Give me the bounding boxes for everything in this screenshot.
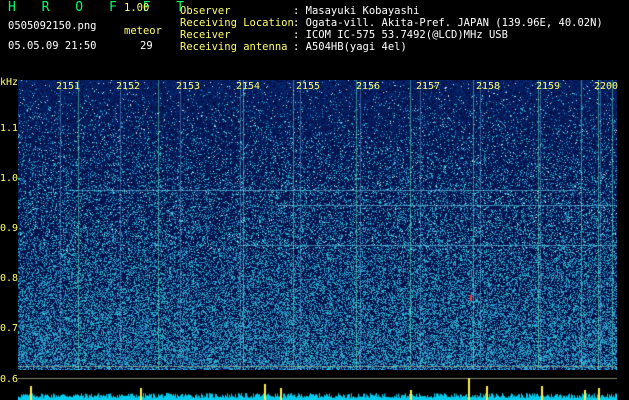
y-tick-label: 0.7: [0, 323, 19, 334]
meteor-count-strip: [18, 370, 617, 400]
y-tick-label: 1.0: [0, 173, 19, 184]
timestamp: 05.05.09 21:50: [8, 40, 97, 52]
app-version: 1.00: [124, 2, 150, 14]
info-label-antenna: Receiving antenna: [180, 41, 288, 53]
x-tick-label: 2157: [416, 81, 441, 92]
y-unit-label: kHz: [0, 77, 19, 88]
info-value-observer: : Masayuki Kobayashi: [293, 5, 420, 17]
y-axis: kHz 1.1 1.0 0.9 0.8 0.7 0.6: [0, 77, 19, 400]
x-tick-label: 2154: [236, 81, 261, 92]
y-tick-label: 1.1: [0, 123, 19, 134]
y-tick-label: 0.6: [0, 374, 19, 385]
info-value-receiver: : ICOM IC-575 53.7492(@LCD)MHz USB: [293, 29, 508, 41]
info-label-receiver: Receiver: [180, 29, 231, 41]
spectrogram: [18, 80, 617, 370]
filename: 0505092150.png: [8, 20, 97, 32]
info-label-location: Receiving Location: [180, 17, 294, 29]
x-tick-label: 2159: [536, 81, 561, 92]
info-value-location: : Ogata-vill. Akita-Pref. JAPAN (139.96E…: [293, 17, 603, 29]
x-tick-label: 2151: [56, 81, 81, 92]
meteor-count: 29: [140, 40, 153, 52]
x-tick-label: 2153: [176, 81, 201, 92]
spectrogram-canvas: [18, 80, 617, 370]
header-panel: H R O F F T 1.00 0505092150.png meteor 0…: [0, 0, 629, 80]
info-value-antenna: : A504HB(yagi 4el): [293, 41, 407, 53]
x-tick-label: 2156: [356, 81, 381, 92]
y-tick-label: 0.8: [0, 273, 19, 284]
x-tick-label: 2152: [116, 81, 141, 92]
app-logo: H R O F F T: [8, 0, 194, 15]
x-tick-label: 2158: [476, 81, 501, 92]
x-tick-label: 2155: [296, 81, 321, 92]
y-tick-label: 0.9: [0, 223, 19, 234]
meteor-label: meteor: [124, 25, 162, 37]
x-tick-label: 2200: [594, 81, 619, 92]
info-label-observer: Observer: [180, 5, 231, 17]
meteor-strip-canvas: [18, 370, 617, 400]
